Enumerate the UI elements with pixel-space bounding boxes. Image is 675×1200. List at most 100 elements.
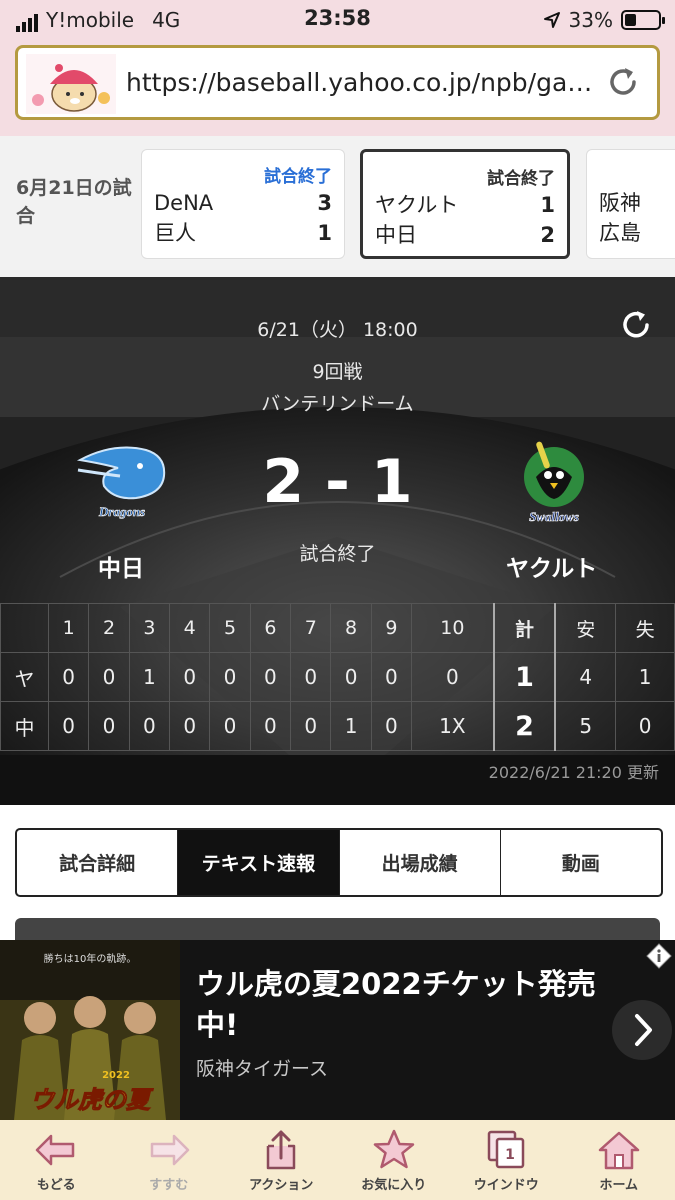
status-bar: Y!mobile 4G 23:58 33% bbox=[0, 0, 675, 40]
game-card-swallows-dragons[interactable]: 試合終了 ヤクルト 1 中日 2 bbox=[360, 149, 570, 259]
game-status bbox=[599, 162, 675, 188]
inning-runs: 1 bbox=[330, 701, 372, 751]
team-name: 中日 bbox=[375, 223, 417, 247]
location-icon bbox=[543, 12, 560, 28]
hits-header: 安 bbox=[554, 603, 617, 653]
ad-next-button[interactable] bbox=[612, 1000, 672, 1060]
home-icon bbox=[598, 1131, 639, 1170]
inning-runs: 0 bbox=[88, 701, 130, 751]
inning-runs: 0 bbox=[209, 652, 251, 702]
window-label: ウインドウ bbox=[473, 1178, 539, 1193]
battery-icon bbox=[621, 10, 665, 30]
inning-runs: 0 bbox=[411, 652, 495, 702]
mascot-icon bbox=[26, 54, 116, 114]
errors: 1 bbox=[615, 652, 675, 702]
ad-image[interactable]: 勝ちは10年の軌跡。 2022 ウル虎の夏 bbox=[0, 940, 180, 1120]
inning-header: 1 bbox=[47, 603, 90, 653]
team-score: 3 bbox=[317, 191, 332, 215]
browser-toolbar: もどる すすむ アクション お気に入り 1 ウインドウ ホーム bbox=[0, 1120, 675, 1200]
games-date-label: 6月21日の試合 bbox=[16, 177, 132, 227]
inning-runs: 0 bbox=[128, 701, 171, 751]
reload-icon[interactable] bbox=[603, 62, 643, 102]
inning-runs: 0 bbox=[209, 701, 251, 751]
inning-header: 3 bbox=[128, 603, 171, 653]
tab-text-live[interactable]: テキスト速報 bbox=[178, 830, 340, 895]
address-bar[interactable]: https://baseball.yahoo.co.jp/npb/ga… bbox=[15, 45, 660, 120]
team-score: 1 bbox=[540, 193, 555, 217]
inning-header: 2 bbox=[88, 603, 130, 653]
ad-banner[interactable]: 勝ちは10年の軌跡。 2022 ウル虎の夏 ウル虎の夏2022チケット発売中! … bbox=[0, 940, 675, 1120]
action-button[interactable]: アクション bbox=[225, 1120, 338, 1200]
linescore-row-dragons: 中 0 0 0 0 0 0 0 1 0 1X 2 5 0 bbox=[0, 701, 675, 751]
inning-runs: 0 bbox=[290, 701, 332, 751]
team-name: ヤクルト bbox=[375, 193, 459, 217]
ad-image-tagline: 勝ちは10年の軌跡。 bbox=[44, 952, 137, 965]
hits: 5 bbox=[554, 701, 617, 751]
star-icon bbox=[373, 1129, 414, 1169]
inning-runs: 0 bbox=[88, 652, 130, 702]
total-runs: 1 bbox=[492, 652, 557, 702]
game-card-tigers-carp[interactable]: 阪神 広島 bbox=[586, 149, 675, 259]
inning-header: 4 bbox=[169, 603, 211, 653]
forward-button[interactable]: すすむ bbox=[113, 1120, 226, 1200]
errors: 0 bbox=[615, 701, 675, 751]
ad-sponsor: 阪神タイガース bbox=[196, 1058, 329, 1080]
inning-runs: 0 bbox=[169, 652, 211, 702]
team-name: DeNA bbox=[154, 191, 214, 215]
ad-image-caption: ウル虎の夏 bbox=[30, 1086, 154, 1114]
refresh-icon[interactable] bbox=[618, 307, 654, 343]
home-label: ホーム bbox=[599, 1178, 639, 1193]
ad-image-year: 2022 bbox=[102, 1070, 130, 1081]
inning-runs: 1 bbox=[128, 652, 171, 702]
inning-runs: 1X bbox=[411, 701, 495, 751]
game-card-dena-giants[interactable]: 試合終了 DeNA 3 巨人 1 bbox=[141, 149, 345, 259]
team-name: 巨人 bbox=[154, 221, 196, 245]
game-status: 試合終了 bbox=[487, 169, 555, 189]
linescore-header-row: 1 2 3 4 5 6 7 8 9 10 計 安 失 bbox=[0, 603, 675, 653]
inning-header: 8 bbox=[330, 603, 372, 653]
header-cell bbox=[0, 603, 49, 653]
back-button[interactable]: もどる bbox=[0, 1120, 113, 1200]
inning-runs: 0 bbox=[47, 701, 90, 751]
inning-header: 5 bbox=[209, 603, 251, 653]
game-round: 9回戦 bbox=[312, 361, 363, 383]
share-icon bbox=[267, 1130, 296, 1170]
total-header: 計 bbox=[492, 603, 557, 653]
dragons-logo-icon: Dragons bbox=[76, 446, 166, 519]
forward-arrow-icon bbox=[150, 1134, 189, 1166]
favorites-button[interactable]: お気に入り bbox=[338, 1120, 451, 1200]
window-count: 1 bbox=[505, 1147, 515, 1163]
dragons-logo-text: Dragons bbox=[98, 504, 145, 519]
action-label: アクション bbox=[249, 1178, 314, 1193]
back-label: もどる bbox=[36, 1178, 76, 1193]
inning-runs: 0 bbox=[290, 652, 332, 702]
favorites-label: お気に入り bbox=[361, 1178, 427, 1193]
tab-game-detail[interactable]: 試合詳細 bbox=[17, 830, 179, 895]
total-runs: 2 bbox=[492, 701, 557, 751]
inning-runs: 0 bbox=[169, 701, 211, 751]
ad-headline[interactable]: ウル虎の夏2022チケット発売中! bbox=[196, 964, 616, 1046]
inning-runs: 0 bbox=[370, 652, 413, 702]
inning-header: 9 bbox=[370, 603, 413, 653]
forward-label: すすむ bbox=[149, 1178, 189, 1193]
hits: 4 bbox=[554, 652, 617, 702]
team-score: 1 bbox=[317, 221, 332, 245]
game-venue: バンテリンドーム bbox=[261, 393, 414, 415]
tab-video[interactable]: 動画 bbox=[501, 830, 661, 895]
inning-runs: 0 bbox=[249, 701, 292, 751]
game-status: 試合終了 bbox=[264, 167, 332, 187]
home-button[interactable]: ホーム bbox=[563, 1120, 675, 1200]
tab-player-stats[interactable]: 出場成績 bbox=[340, 830, 501, 895]
team-name: 阪神 bbox=[599, 191, 641, 215]
game-datetime: 6/21（火） 18:00 bbox=[257, 319, 418, 341]
inning-runs: 0 bbox=[249, 652, 292, 702]
scoreboard: 6/21（火） 18:00 9回戦 バンテリンドーム 2 - 1 試合終了 Dr… bbox=[0, 277, 675, 805]
window-button[interactable]: 1 ウインドウ bbox=[450, 1120, 563, 1200]
ad-info-icon[interactable] bbox=[645, 942, 673, 970]
inning-header: 7 bbox=[290, 603, 332, 653]
games-strip: 6月21日の試合 試合終了 DeNA 3 巨人 1 試合終了 ヤクルト 1 中日 2 阪… bbox=[0, 136, 675, 277]
inning-header: 10 bbox=[411, 603, 495, 653]
updated-timestamp: 2022/6/21 21:20 更新 bbox=[488, 763, 659, 782]
back-arrow-icon bbox=[36, 1134, 75, 1166]
errors-header: 失 bbox=[615, 603, 675, 653]
